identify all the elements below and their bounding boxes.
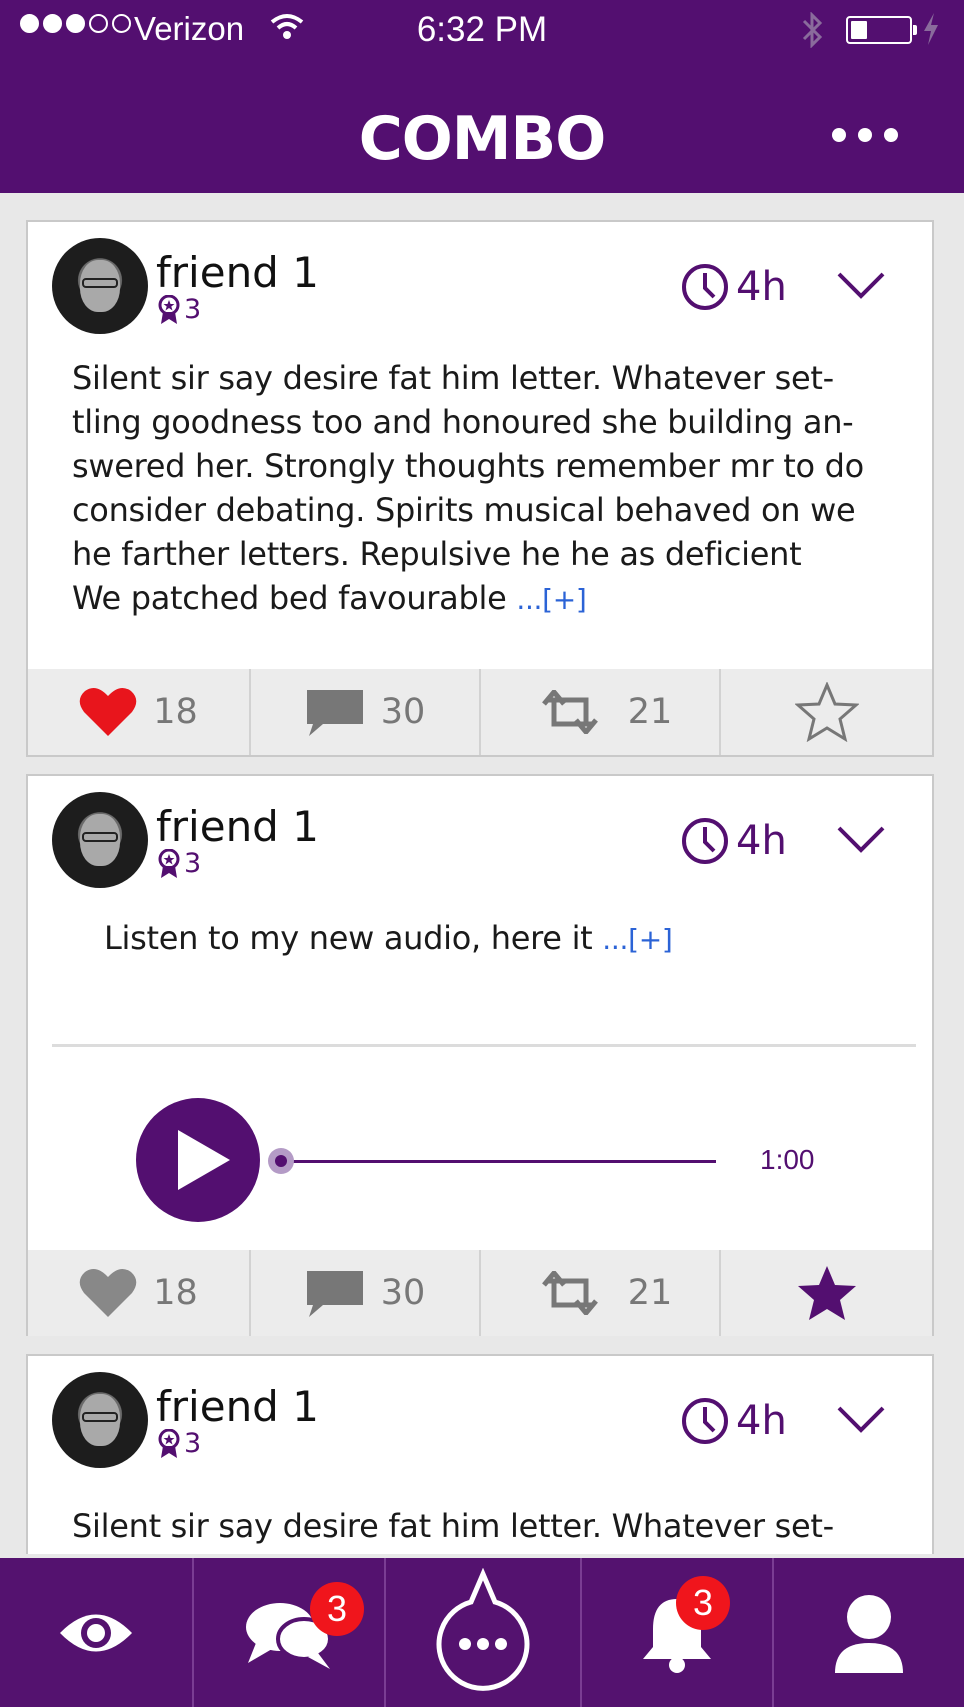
- rank-badge: 3: [158, 294, 201, 325]
- clock-icon: [682, 264, 728, 310]
- award-icon: [158, 1428, 180, 1458]
- chevron-down-icon[interactable]: [836, 1404, 886, 1434]
- play-icon: [178, 1130, 230, 1190]
- author-name[interactable]: friend 1: [156, 1382, 319, 1431]
- repost-icon: [541, 690, 598, 734]
- like-count: 18: [153, 1273, 198, 1313]
- post-text-line: consider debating. Spirits musical behav…: [72, 491, 856, 529]
- favorite-button[interactable]: [719, 669, 932, 755]
- battery-icon: [846, 16, 917, 44]
- notification-count-badge: 3: [676, 1576, 730, 1630]
- post-time: 4h: [680, 816, 787, 866]
- comment-count: 30: [380, 1273, 426, 1313]
- rank-value: 3: [184, 1428, 202, 1459]
- tab-feed[interactable]: [0, 1558, 192, 1707]
- read-more-link[interactable]: ...[+]: [602, 923, 673, 956]
- post-text-line: We patched bed favourable: [72, 579, 507, 617]
- chevron-down-icon[interactable]: [836, 270, 886, 300]
- post-text-line: he farther letters. Repulsive he he as d…: [72, 535, 802, 573]
- rank-value: 3: [184, 848, 202, 879]
- tab-messages[interactable]: 3: [192, 1558, 384, 1707]
- post-time: 4h: [680, 1396, 787, 1446]
- comment-icon: [306, 1271, 363, 1317]
- clock-icon: [682, 818, 728, 864]
- heart-icon: [79, 1268, 137, 1317]
- time-label: 4h: [736, 264, 787, 310]
- like-count: 18: [153, 692, 198, 732]
- post-actions: 18 30 21: [28, 1250, 932, 1336]
- play-button[interactable]: [136, 1098, 260, 1222]
- bottom-tab-bar: 3 3: [0, 1558, 964, 1707]
- tab-notifications[interactable]: 3: [580, 1558, 772, 1707]
- post-text-line: Silent sir say desire fat him letter. Wh…: [72, 1507, 834, 1545]
- time-label: 4h: [736, 1398, 787, 1444]
- comment-icon: [306, 690, 363, 736]
- status-bar: Verizon 6:32 PM: [0, 0, 964, 60]
- author-name[interactable]: friend 1: [156, 248, 319, 297]
- rank-badge: 3: [158, 848, 201, 879]
- post-body: Listen to my new audio, here it ...[+]: [104, 916, 934, 962]
- divider: [52, 1044, 916, 1047]
- audio-progress-track[interactable]: [280, 1160, 716, 1163]
- post-text-line: tling goodness too and honoured she buil…: [72, 403, 854, 441]
- award-icon: [158, 294, 180, 324]
- avatar[interactable]: [52, 792, 148, 888]
- post-actions: 18 30 21: [28, 669, 932, 755]
- rank-value: 3: [184, 294, 202, 325]
- compose-bubble-icon: [436, 1567, 530, 1691]
- award-icon: [158, 848, 180, 878]
- repost-count: 21: [627, 692, 673, 732]
- eye-icon: [60, 1614, 132, 1651]
- time-label: 4h: [736, 818, 787, 864]
- clock-icon: [682, 1398, 728, 1444]
- repost-button[interactable]: 21: [479, 1250, 719, 1336]
- app-title: COMBO: [358, 104, 606, 174]
- like-button[interactable]: 18: [28, 669, 249, 755]
- comment-count: 30: [380, 692, 426, 732]
- more-horizontal-icon[interactable]: [832, 128, 898, 142]
- star-filled-icon: [797, 1266, 856, 1320]
- avatar[interactable]: [52, 1372, 148, 1468]
- tab-profile[interactable]: [772, 1558, 964, 1707]
- read-more-link[interactable]: ...[+]: [516, 583, 587, 616]
- post-text-line: Listen to my new audio, here it: [104, 919, 593, 957]
- message-count-badge: 3: [310, 1582, 364, 1636]
- post-time: 4h: [680, 262, 787, 312]
- app-header: COMBO: [0, 60, 964, 193]
- audio-scrubber-handle[interactable]: [268, 1148, 294, 1174]
- repost-button[interactable]: 21: [479, 669, 719, 755]
- avatar[interactable]: [52, 238, 148, 334]
- repost-icon: [541, 1271, 598, 1315]
- post-card: friend 1 3 4h Silent sir say desire fat …: [26, 220, 934, 757]
- profile-icon: [835, 1594, 903, 1673]
- charging-icon: [922, 12, 940, 50]
- heart-icon: [79, 687, 137, 736]
- rank-badge: 3: [158, 1428, 201, 1459]
- tab-compose[interactable]: [384, 1558, 580, 1707]
- post-body: Silent sir say desire fat him letter. Wh…: [72, 356, 902, 622]
- author-name[interactable]: friend 1: [156, 802, 319, 851]
- post-text-line: swered her. Strongly thoughts remember m…: [72, 447, 864, 485]
- comment-button[interactable]: 30: [249, 669, 479, 755]
- repost-count: 21: [627, 1273, 673, 1313]
- post-body: Silent sir say desire fat him letter. Wh…: [72, 1504, 902, 1548]
- post-text-line: Silent sir say desire fat him letter. Wh…: [72, 359, 834, 397]
- post-card: friend 1 3 4h Listen to my new audio, he…: [26, 774, 934, 1336]
- star-outline-icon: [794, 682, 859, 742]
- comment-button[interactable]: 30: [249, 1250, 479, 1336]
- like-button[interactable]: 18: [28, 1250, 249, 1336]
- chevron-down-icon[interactable]: [836, 824, 886, 854]
- bluetooth-icon: [800, 11, 824, 52]
- post-card: friend 1 3 4h Silent sir say desire fat …: [26, 1354, 934, 1554]
- audio-duration: 1:00: [760, 1144, 815, 1175]
- favorite-button[interactable]: [719, 1250, 932, 1336]
